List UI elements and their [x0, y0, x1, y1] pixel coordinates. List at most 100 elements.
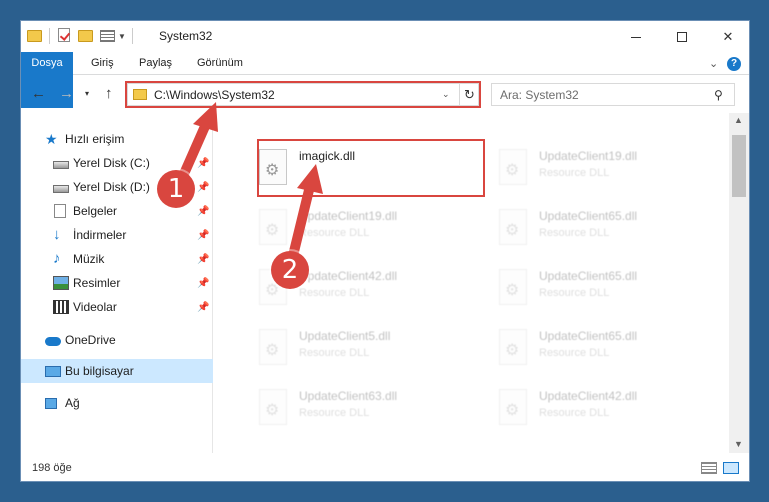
file-item[interactable]: UpdateClient63.dll Resource DLL	[249, 381, 479, 437]
title-bar: ▼ System32 ✕	[21, 21, 749, 52]
onedrive-icon	[45, 336, 61, 346]
dll-file-icon	[499, 329, 527, 365]
explorer-window: ▼ System32 ✕ Dosya Giriş Paylaş Görünüm …	[20, 20, 750, 482]
file-item[interactable]: UpdateClient42.dll Resource DLL	[489, 381, 719, 437]
file-name: UpdateClient63.dll	[299, 389, 398, 403]
sidebar-item-label: Hızlı erişim	[65, 132, 125, 146]
sidebar-item-label: Ağ	[65, 396, 80, 410]
sidebar-item-quick-access[interactable]: ★ Hızlı erişim	[21, 127, 213, 151]
sidebar-item-label: Bu bilgisayar	[65, 364, 134, 378]
sidebar-item-downloads[interactable]: ↓ İndirmeler 📌	[21, 223, 213, 247]
search-input[interactable]: Ara: System32	[500, 88, 579, 102]
details-view-icon[interactable]	[701, 462, 717, 474]
disk-icon	[53, 160, 69, 169]
star-icon: ★	[45, 131, 58, 147]
sidebar-item-label: Müzik	[73, 252, 105, 266]
tab-view[interactable]: Görünüm	[187, 52, 253, 75]
dll-file-icon	[499, 269, 527, 305]
scroll-down-icon[interactable]: ▼	[734, 439, 743, 449]
toolbar-dropdown-icon[interactable]: ▼	[118, 32, 126, 41]
sidebar-item-label: Yerel Disk (D:)	[73, 180, 150, 194]
downloads-icon: ↓	[53, 226, 61, 243]
sidebar-item-network[interactable]: Ağ	[21, 391, 213, 415]
sidebar-item-label: Videolar	[73, 300, 117, 314]
sidebar-item-videos[interactable]: Videolar 📌	[21, 295, 213, 319]
sidebar-item-this-pc[interactable]: Bu bilgisayar	[21, 359, 213, 383]
file-item[interactable]: UpdateClient19.dll Resource DLL	[249, 201, 479, 257]
file-type: Resource DLL	[539, 227, 610, 239]
scroll-thumb[interactable]	[732, 135, 746, 197]
customize-toolbar-icon[interactable]	[100, 28, 116, 44]
sidebar-item-label: OneDrive	[65, 333, 116, 347]
tab-home[interactable]: Giriş	[81, 52, 124, 75]
tab-share[interactable]: Paylaş	[129, 52, 182, 75]
item-count: 198 öğe	[32, 462, 72, 474]
scroll-up-icon[interactable]: ▲	[734, 115, 743, 125]
this-pc-icon	[45, 365, 61, 377]
dll-file-icon	[259, 329, 287, 365]
vertical-scrollbar[interactable]: ▲ ▼	[729, 113, 749, 453]
step-2-callout: 2	[271, 251, 309, 289]
file-name: UpdateClient19.dll	[539, 149, 638, 163]
pictures-icon	[53, 276, 69, 290]
file-type: Resource DLL	[539, 167, 610, 179]
file-name: UpdateClient65.dll	[539, 269, 638, 283]
address-highlight-box	[125, 81, 481, 108]
disk-icon	[53, 184, 69, 193]
dll-file-icon	[499, 209, 527, 245]
file-name: UpdateClient65.dll	[539, 209, 638, 223]
file-name: UpdateClient5.dll	[299, 329, 391, 343]
help-icon[interactable]: ?	[727, 57, 741, 71]
file-item[interactable]: UpdateClient5.dll Resource DLL	[249, 321, 479, 377]
close-button[interactable]: ✕	[705, 21, 749, 52]
up-icon[interactable]: ↑	[105, 85, 113, 102]
recent-locations-icon[interactable]: ▾	[85, 89, 89, 98]
pin-icon: 📌	[197, 205, 210, 217]
folder-icon	[27, 28, 43, 44]
sidebar-item-label: İndirmeler	[73, 228, 127, 242]
large-icons-view-icon[interactable]	[723, 462, 739, 474]
file-type: Resource DLL	[299, 407, 370, 419]
toolbar-separator	[49, 28, 50, 44]
dll-file-icon	[499, 149, 527, 185]
close-icon: ✕	[722, 28, 734, 44]
search-box[interactable]: Ara: System32 ⚲	[491, 83, 735, 106]
documents-icon	[54, 204, 66, 218]
pin-icon: 📌	[197, 277, 210, 289]
file-item[interactable]: UpdateClient65.dll Resource DLL	[489, 321, 719, 377]
properties-check-icon[interactable]	[56, 28, 72, 44]
navigation-bar: ← → ▾ ↑ C:\Windows\System32 ⌄ ↻ Ara: Sys…	[21, 75, 749, 113]
music-icon: ♪	[53, 250, 61, 267]
file-type: Resource DLL	[539, 287, 610, 299]
minimize-button[interactable]	[613, 21, 659, 52]
forward-icon[interactable]: →	[59, 85, 74, 102]
dll-file-icon	[499, 389, 527, 425]
new-folder-icon[interactable]	[78, 28, 94, 44]
dll-file-icon	[259, 209, 287, 245]
file-highlight-box	[257, 139, 485, 197]
maximize-button[interactable]	[659, 21, 705, 52]
network-icon	[45, 397, 57, 409]
sidebar-item-label: Yerel Disk (C:)	[73, 156, 150, 170]
status-bar: 198 öğe	[21, 453, 749, 481]
file-type: Resource DLL	[539, 347, 610, 359]
expand-ribbon-icon[interactable]: ⌄	[709, 57, 718, 70]
sidebar-item-label: Resimler	[73, 276, 121, 290]
dll-file-icon	[259, 389, 287, 425]
step-1-callout: 1	[157, 170, 195, 208]
search-icon[interactable]: ⚲	[714, 88, 723, 102]
ribbon-tabs: Dosya Giriş Paylaş Görünüm ⌄ ?	[21, 52, 749, 108]
file-item[interactable]: UpdateClient19.dll Resource DLL	[489, 141, 719, 197]
file-item[interactable]: UpdateClient65.dll Resource DLL	[489, 261, 719, 317]
file-name: UpdateClient42.dll	[299, 269, 398, 283]
back-icon[interactable]: ←	[31, 85, 46, 102]
file-type: Resource DLL	[299, 347, 370, 359]
sidebar-item-label: Belgeler	[73, 204, 118, 218]
sidebar-item-onedrive[interactable]: OneDrive	[21, 328, 213, 352]
minimize-icon	[631, 37, 641, 38]
file-item[interactable]: UpdateClient65.dll Resource DLL	[489, 201, 719, 257]
file-name: UpdateClient65.dll	[539, 329, 638, 343]
sidebar-item-pictures[interactable]: Resimler 📌	[21, 271, 213, 295]
sidebar-item-music[interactable]: ♪ Müzik 📌	[21, 247, 213, 271]
quick-access-toolbar: ▼	[27, 28, 133, 44]
